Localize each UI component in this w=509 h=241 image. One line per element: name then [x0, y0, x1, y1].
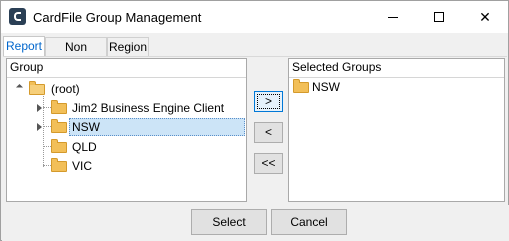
expand-arrow-icon[interactable]: [37, 123, 42, 131]
tree-node-label: Jim2 Business Engine Client: [72, 101, 225, 115]
tab-non-report[interactable]: Non Report: [45, 37, 107, 72]
maximize-icon: [434, 12, 444, 22]
minimize-icon: [388, 17, 398, 18]
tree-connector: [43, 92, 44, 167]
close-button[interactable]: ✕: [462, 1, 508, 33]
add-group-button[interactable]: >: [254, 91, 283, 112]
folder-icon: [51, 119, 67, 133]
close-icon: ✕: [479, 9, 491, 25]
remove-all-groups-button[interactable]: <<: [254, 153, 283, 174]
group-tree[interactable]: Group (root) Jim2 Business Engine Client: [6, 58, 247, 202]
tree-connector: [43, 107, 51, 108]
select-button[interactable]: Select: [191, 209, 267, 235]
folder-icon: [293, 79, 309, 93]
window-title: CardFile Group Management: [33, 10, 202, 25]
selected-groups-header[interactable]: Selected Groups: [289, 59, 504, 78]
footer-bar: Select Cancel: [2, 205, 509, 241]
maximize-button[interactable]: [416, 1, 462, 33]
tab-page-report: Group (root) Jim2 Business Engine Client: [3, 56, 507, 205]
remove-group-button[interactable]: <: [254, 122, 283, 143]
selected-groups-list[interactable]: Selected Groups NSW: [288, 58, 505, 202]
dialog-window: CardFile Group Management ✕ Report Non R…: [0, 0, 509, 241]
tab-report[interactable]: Report: [3, 36, 45, 57]
tree-connector: [43, 126, 51, 127]
list-item-label: NSW: [312, 80, 340, 94]
app-icon: [9, 8, 26, 25]
folder-open-icon: [29, 81, 45, 95]
expand-arrow-icon[interactable]: [37, 104, 42, 112]
tree-connector: [43, 165, 51, 166]
folder-icon: [51, 158, 67, 172]
folder-icon: [51, 100, 67, 114]
cancel-button[interactable]: Cancel: [271, 209, 347, 235]
folder-icon: [51, 139, 67, 153]
title-bar: CardFile Group Management ✕: [1, 1, 508, 33]
tab-region[interactable]: Region: [107, 37, 149, 56]
tree-node-label: VIC: [72, 159, 93, 173]
tree-node-label: NSW: [72, 120, 100, 134]
tree-node-label: (root): [51, 82, 80, 96]
collapse-arrow-icon[interactable]: [15, 83, 24, 92]
tree-node-label: QLD: [72, 140, 97, 154]
tree-connector: [43, 146, 51, 147]
group-column-header[interactable]: Group: [7, 59, 246, 78]
minimize-button[interactable]: [370, 1, 416, 33]
